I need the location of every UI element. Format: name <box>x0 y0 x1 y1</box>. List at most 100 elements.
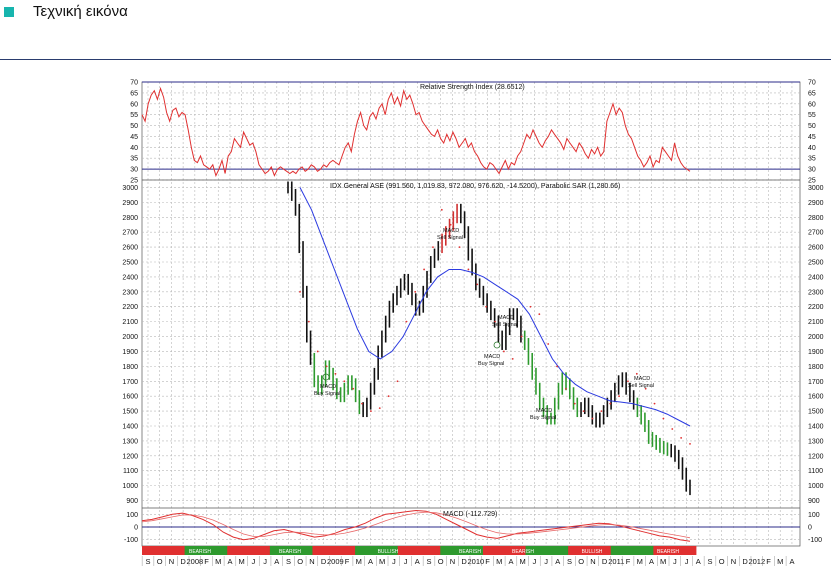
y-tick-label-right: 2200 <box>808 304 824 311</box>
x-month-label: J <box>544 557 548 566</box>
parabolic-sar-dot <box>343 380 346 383</box>
y-tick-label-left: 30 <box>130 167 138 174</box>
x-month-label: A <box>274 557 279 566</box>
x-month-label: A <box>649 557 654 566</box>
y-tick-label-right: 1400 <box>808 424 824 431</box>
y-tick-label-right: 35 <box>808 156 816 163</box>
y-tick-label-right: 60 <box>808 101 816 108</box>
y-tick-label-right: 65 <box>808 90 816 97</box>
parabolic-sar-dot <box>520 335 523 338</box>
macd-signal-annotation: Sell Signal <box>628 383 654 389</box>
x-month-label: A <box>789 557 794 566</box>
y-tick-label-left: 60 <box>130 101 138 108</box>
y-tick-label-left: 3000 <box>122 185 138 192</box>
x-month-label: N <box>731 557 736 566</box>
y-tick-label-right: 1300 <box>808 438 824 445</box>
x-month-label: A <box>508 557 513 566</box>
rsi-title: Relative Strength Index (28.6512) <box>420 84 525 91</box>
parabolic-sar-dot <box>476 283 479 286</box>
x-month-label: F <box>345 557 350 566</box>
y-tick-label-left: 0 <box>134 525 138 532</box>
x-month-label: S <box>707 557 712 566</box>
y-tick-label-right: 50 <box>808 123 816 130</box>
y-tick-label-left: 2300 <box>122 289 138 296</box>
macd-signal-annotation: Sell Signal <box>437 235 463 241</box>
parabolic-sar-dot <box>316 350 319 353</box>
parabolic-sar-dot <box>502 350 505 353</box>
macd-signal-annotation: Buy Signal <box>314 391 340 397</box>
signal-bar-segment-bearish <box>397 546 441 555</box>
signal-bar-label: BEARISH <box>279 549 301 555</box>
y-tick-label-right: 1100 <box>808 468 823 475</box>
x-month-label: M <box>637 557 643 566</box>
y-tick-label-left: 1500 <box>122 409 138 416</box>
x-month-label: F <box>204 557 209 566</box>
parabolic-sar-dot <box>591 417 594 420</box>
y-tick-label-right: -100 <box>808 537 822 544</box>
x-month-label: S <box>286 557 291 566</box>
x-month-label: D <box>602 557 608 566</box>
y-tick-label-left: 2500 <box>122 260 138 267</box>
y-tick-label-left: 2700 <box>122 230 138 237</box>
signal-bar-label: BEARISH <box>512 549 534 555</box>
parabolic-sar-dot <box>635 372 638 375</box>
y-tick-label-right: 25 <box>808 178 816 185</box>
macd-signal-annotation: Sell Signal <box>492 322 518 328</box>
y-tick-label-right: 100 <box>808 512 820 519</box>
x-month-label: M <box>379 557 385 566</box>
y-tick-label-left: 35 <box>130 156 138 163</box>
y-tick-label-left: 70 <box>130 80 138 87</box>
parabolic-sar-dot <box>582 410 585 412</box>
x-month-label: O <box>157 557 163 566</box>
x-month-label: S <box>567 557 572 566</box>
x-month-label: O <box>297 557 303 566</box>
y-tick-label-left: 55 <box>130 112 138 119</box>
parabolic-sar-dot <box>440 208 443 211</box>
y-tick-label-right: 1700 <box>808 379 824 386</box>
y-tick-label-left: 40 <box>130 145 138 152</box>
y-tick-label-right: 2700 <box>808 230 824 237</box>
macd-signal-annotation: MACD <box>536 408 552 414</box>
y-tick-label-right: 1900 <box>808 349 824 356</box>
parabolic-sar-dot <box>396 380 399 383</box>
y-tick-label-right: 2000 <box>808 334 824 341</box>
y-tick-label-right: 1200 <box>808 453 824 460</box>
y-tick-label-left: 45 <box>130 134 138 141</box>
parabolic-sar-dot <box>414 290 417 293</box>
parabolic-sar-dot <box>556 365 558 368</box>
y-tick-label-left: 25 <box>130 178 138 185</box>
x-month-label: J <box>251 557 255 566</box>
parabolic-sar-dot <box>458 246 461 248</box>
y-tick-label-left: 1100 <box>123 468 138 475</box>
parabolic-sar-dot <box>405 320 408 323</box>
parabolic-sar-dot <box>423 268 425 271</box>
y-tick-label-right: 0 <box>808 525 812 532</box>
technical-chart: 25 25 30 30 35 35 40 40 45 45 50 50 55 55 60 60 65 65 70 70… <box>122 80 824 566</box>
signal-bar-label: BULLISH <box>582 549 603 555</box>
y-tick-label-right: 2400 <box>808 274 824 281</box>
parabolic-sar-dot <box>689 442 691 445</box>
x-month-label: A <box>555 557 560 566</box>
parabolic-sar-dot <box>653 402 656 405</box>
y-tick-label-left: 2200 <box>122 304 138 311</box>
parabolic-sar-dot <box>352 387 355 390</box>
macd-signal-annotation: Buy Signal <box>530 415 556 421</box>
x-month-label: J <box>673 557 677 566</box>
x-month-label: M <box>239 557 245 566</box>
y-tick-label-left: 2600 <box>122 245 138 252</box>
y-tick-label-right: 2900 <box>808 200 824 207</box>
signal-bar-label: BEARISH <box>189 549 211 555</box>
macd-signal-annotation: MACD <box>634 376 650 382</box>
y-tick-label-left: 1400 <box>122 424 138 431</box>
y-tick-label-right: 1600 <box>808 394 824 401</box>
x-month-label: F <box>485 557 490 566</box>
x-month-label: O <box>438 557 444 566</box>
y-tick-label-right: 2800 <box>808 215 824 222</box>
x-month-label: J <box>392 557 396 566</box>
parabolic-sar-dot <box>627 380 629 383</box>
macd-title: MACD (-112.729) <box>443 511 497 518</box>
x-month-label: N <box>169 557 174 566</box>
parabolic-sar-dot <box>547 343 550 345</box>
x-month-label: J <box>263 557 267 566</box>
y-tick-label-left: 2000 <box>122 334 138 341</box>
